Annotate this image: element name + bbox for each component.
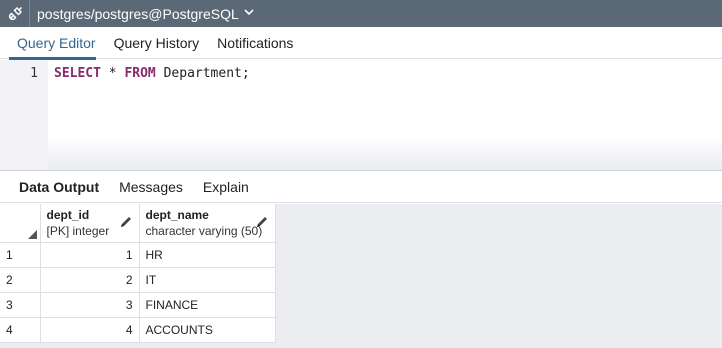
cell-dept-id[interactable]: 2 [40,267,140,293]
cell-dept-id[interactable]: 3 [40,292,140,318]
table-row[interactable]: 2 2 IT [0,267,276,293]
tab-notifications[interactable]: Notifications [208,27,302,59]
cell-dept-name[interactable]: ACCOUNTS [139,317,276,343]
sql-keyword-select: SELECT [54,66,101,81]
tab-messages[interactable]: Messages [109,171,193,202]
cell-dept-name[interactable]: IT [139,267,276,293]
connection-selector[interactable]: postgres/postgres@PostgreSQL [30,6,254,22]
table-row[interactable]: 1 1 HR [0,242,276,268]
connection-plug-icon[interactable] [0,0,30,27]
column-header-dept-name[interactable]: dept_name character varying (50) [139,204,276,243]
tab-query-history[interactable]: Query History [105,27,209,59]
tab-data-output[interactable]: Data Output [0,171,109,202]
connection-bar: postgres/postgres@PostgreSQL [0,0,722,27]
result-grid: dept_id [PK] integer dept_name character… [0,204,722,348]
table-row[interactable]: 4 4 ACCOUNTS [0,317,276,343]
row-number[interactable]: 1 [0,242,41,268]
pencil-icon[interactable] [119,215,133,229]
column-header-dept-id[interactable]: dept_id [PK] integer [40,204,140,243]
row-number[interactable]: 2 [0,267,41,293]
row-number[interactable]: 4 [0,317,41,343]
line-number: 1 [30,66,38,81]
corner-triangle-icon [27,229,37,239]
sql-code-line[interactable]: SELECT * FROM Department; [54,66,250,81]
cell-dept-id[interactable]: 4 [40,317,140,343]
table-header-row: dept_id [PK] integer dept_name character… [0,204,276,243]
cell-dept-name[interactable]: FINANCE [139,292,276,318]
pencil-icon[interactable] [255,215,269,229]
chevron-down-icon [244,8,254,19]
line-gutter: 1 [0,60,48,170]
output-tabs: Data Output Messages Explain [0,171,722,203]
cell-dept-name[interactable]: HR [139,242,276,268]
table-row[interactable]: 3 3 FINANCE [0,292,276,318]
connection-title: postgres/postgres@PostgreSQL [37,5,239,22]
sql-star: * [100,66,125,81]
tab-query-editor[interactable]: Query Editor [0,27,105,60]
tab-explain[interactable]: Explain [193,171,259,202]
sql-keyword-from: FROM [124,66,156,81]
cell-dept-id[interactable]: 1 [40,242,140,268]
select-all-corner[interactable] [0,204,41,243]
sql-table-name: Department; [155,66,250,81]
sql-editor[interactable]: 1 SELECT * FROM Department; [0,60,722,170]
editor-fade [48,138,722,170]
row-number[interactable]: 3 [0,292,41,318]
result-table: dept_id [PK] integer dept_name character… [0,204,276,343]
editor-tabs: Query Editor Query History Notifications [0,27,722,60]
